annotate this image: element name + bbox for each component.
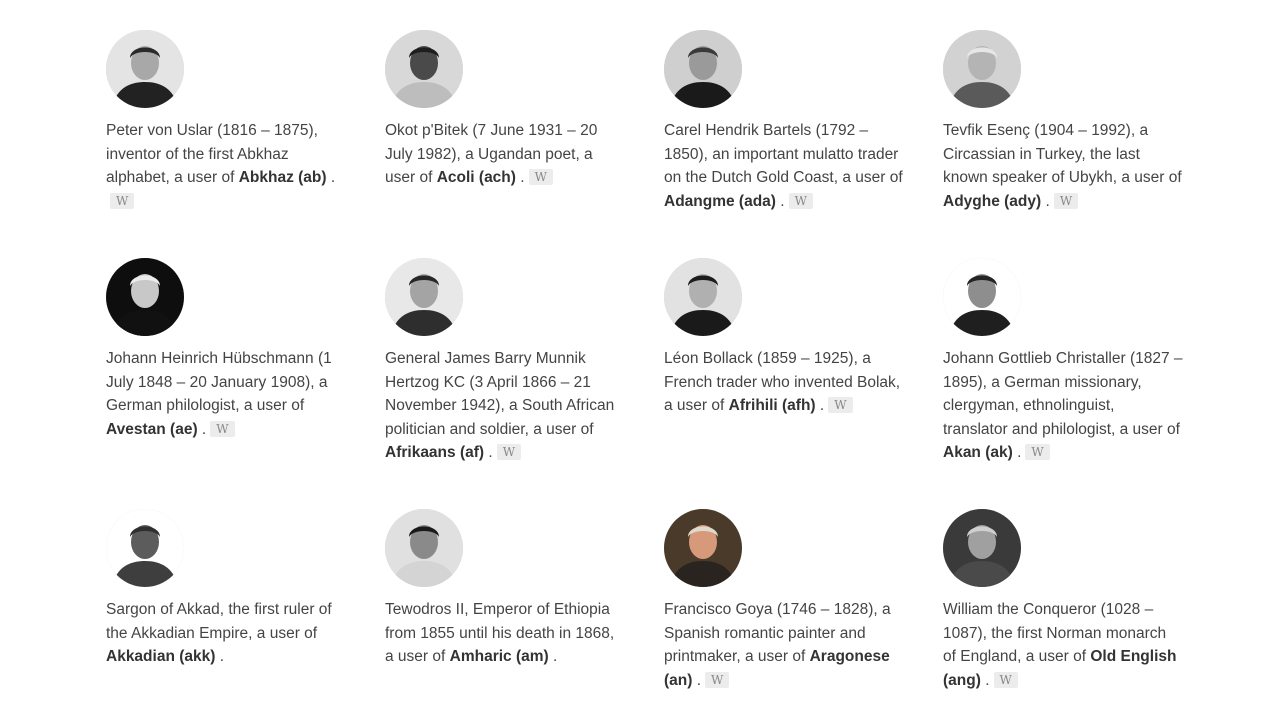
person-description: Johann Heinrich Hübschmann (1 July 1848 … <box>106 350 332 414</box>
language-name[interactable]: Adyghe (ady) <box>943 193 1041 210</box>
person-card: Tevfik Esenç (1904 – 1992), a Circassian… <box>943 30 1183 258</box>
language-name[interactable]: Akkadian (akk) <box>106 648 215 665</box>
portrait-avatar <box>385 30 463 108</box>
wikipedia-icon[interactable]: W <box>528 169 553 185</box>
person-caption: General James Barry Munnik Hertzog KC (3… <box>385 350 615 461</box>
wikipedia-icon[interactable]: W <box>705 671 730 688</box>
wikipedia-icon[interactable]: W <box>1025 444 1050 460</box>
person-caption: Okot p'Bitek (7 June 1931 – 20 July 1982… <box>385 122 598 186</box>
person-card: Léon Bollack (1859 – 1925), a French tra… <box>664 258 904 509</box>
person-description: Carel Hendrik Bartels (1792 – 1850), an … <box>664 122 903 186</box>
person-caption: Léon Bollack (1859 – 1925), a French tra… <box>664 350 901 414</box>
person-card: General James Barry Munnik Hertzog KC (3… <box>385 258 625 509</box>
people-grid: Peter von Uslar (1816 – 1875), inventor … <box>106 30 1193 709</box>
wikipedia-icon[interactable]: W <box>828 397 853 413</box>
wikipedia-icon[interactable]: W <box>788 192 813 209</box>
wikipedia-icon[interactable]: W <box>110 192 135 209</box>
portrait-avatar <box>106 258 184 336</box>
person-caption: William the Conqueror (1028 – 1087), the… <box>943 601 1177 689</box>
wikipedia-icon[interactable]: W <box>1053 192 1079 209</box>
language-name[interactable]: Abkhaz (ab) <box>239 169 327 186</box>
person-card: William the Conqueror (1028 – 1087), the… <box>943 509 1183 709</box>
person-card: Sargon of Akkad, the first ruler of the … <box>106 509 346 709</box>
person-caption: Carel Hendrik Bartels (1792 – 1850), an … <box>664 122 903 210</box>
portrait-avatar <box>385 509 463 587</box>
language-name[interactable]: Afrihili (afh) <box>729 397 816 414</box>
person-card: Carel Hendrik Bartels (1792 – 1850), an … <box>664 30 904 258</box>
wikipedia-icon[interactable]: W <box>993 671 1018 688</box>
person-caption: Sargon of Akkad, the first ruler of the … <box>106 601 332 665</box>
language-name[interactable]: Adangme (ada) <box>664 193 776 210</box>
person-description: General James Barry Munnik Hertzog KC (3… <box>385 350 615 438</box>
portrait-avatar <box>943 509 1021 587</box>
person-description: Tevfik Esenç (1904 – 1992), a Circassian… <box>943 122 1182 186</box>
person-caption: Francisco Goya (1746 – 1828), a Spanish … <box>664 601 891 689</box>
language-name[interactable]: Afrikaans (af) <box>385 444 484 461</box>
person-caption: Johann Heinrich Hübschmann (1 July 1848 … <box>106 350 332 438</box>
person-description: Johann Gottlieb Christaller (1827 – 1895… <box>943 350 1183 438</box>
portrait-avatar <box>943 258 1021 336</box>
person-card: Francisco Goya (1746 – 1828), a Spanish … <box>664 509 904 709</box>
portrait-avatar <box>385 258 463 336</box>
language-name[interactable]: Avestan (ae) <box>106 421 198 438</box>
language-name[interactable]: Acoli (ach) <box>437 169 516 186</box>
person-caption: Tewodros II, Emperor of Ethiopia from 18… <box>385 601 615 665</box>
language-name[interactable]: Amharic (am) <box>450 648 549 665</box>
person-caption: Johann Gottlieb Christaller (1827 – 1895… <box>943 350 1183 461</box>
person-card: Johann Heinrich Hübschmann (1 July 1848 … <box>106 258 346 509</box>
person-card: Tewodros II, Emperor of Ethiopia from 18… <box>385 509 625 709</box>
person-description: Sargon of Akkad, the first ruler of the … <box>106 601 332 642</box>
person-card: Okot p'Bitek (7 June 1931 – 20 July 1982… <box>385 30 625 258</box>
person-card: Johann Gottlieb Christaller (1827 – 1895… <box>943 258 1183 509</box>
person-caption: Tevfik Esenç (1904 – 1992), a Circassian… <box>943 122 1182 210</box>
portrait-avatar <box>943 30 1021 108</box>
wikipedia-icon[interactable]: W <box>210 420 235 437</box>
language-name[interactable]: Akan (ak) <box>943 444 1013 461</box>
portrait-avatar <box>664 30 742 108</box>
portrait-avatar <box>106 30 184 108</box>
wikipedia-icon[interactable]: W <box>496 444 522 460</box>
person-card: Peter von Uslar (1816 – 1875), inventor … <box>106 30 346 258</box>
portrait-avatar <box>664 258 742 336</box>
person-caption: Peter von Uslar (1816 – 1875), inventor … <box>106 122 336 209</box>
portrait-avatar <box>664 509 742 587</box>
portrait-avatar <box>106 509 184 587</box>
